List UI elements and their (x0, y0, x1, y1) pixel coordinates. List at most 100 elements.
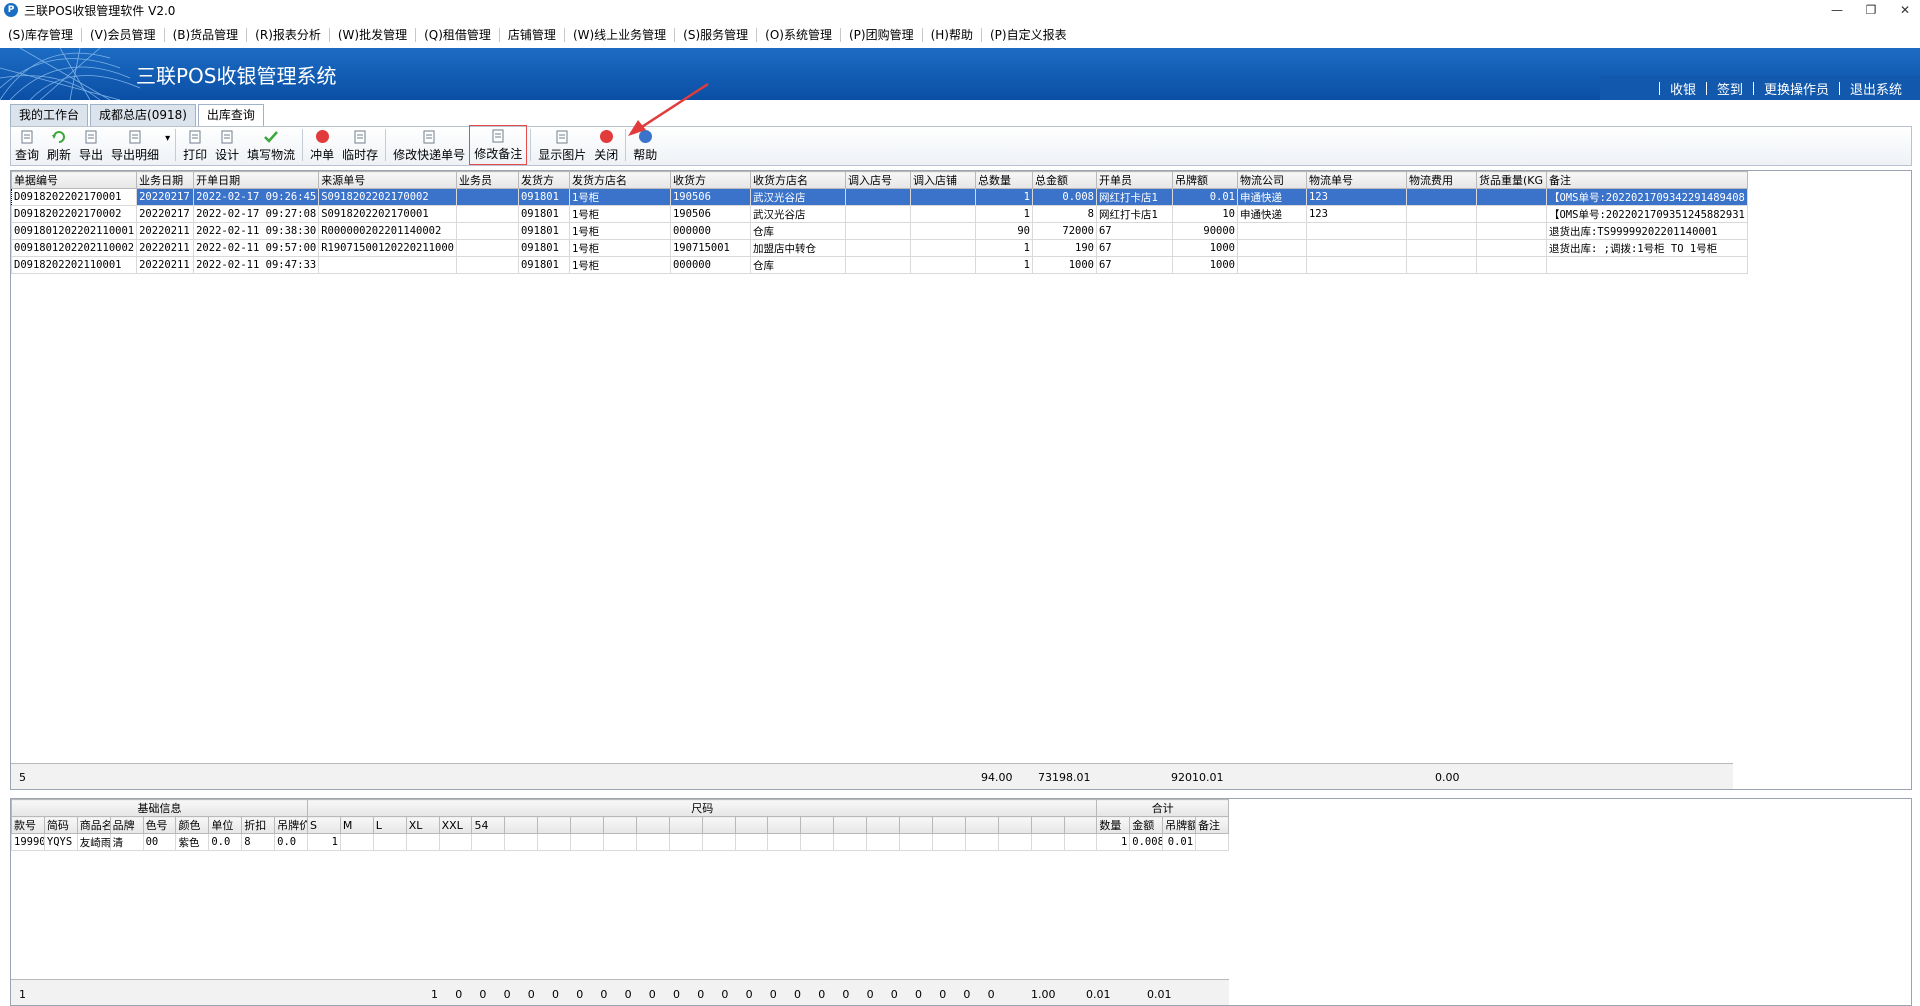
detail-column-header[interactable]: 简码 (43, 816, 78, 834)
header-action-2[interactable]: 更换操作员 (1754, 79, 1839, 98)
menu-item[interactable]: (S)库存管理 (0, 24, 81, 46)
toolbar-button-5[interactable]: 设计 (211, 125, 243, 165)
menu-item[interactable]: (R)报表分析 (247, 24, 329, 46)
table-row[interactable]: D0918202202170001 20220217 2022-02-17 09:2… (11, 188, 1748, 206)
detail-column-header[interactable] (701, 816, 736, 834)
detail-column-header[interactable]: 备注 (1195, 816, 1229, 834)
detail-column-header[interactable] (668, 816, 703, 834)
column-header[interactable]: 发货方店名 (568, 171, 671, 189)
menu-item[interactable]: (W)批发管理 (330, 24, 415, 46)
menu-item[interactable]: (B)货品管理 (165, 24, 247, 46)
detail-column-header[interactable]: 款号 (11, 816, 45, 834)
menu-item[interactable]: (P)团购管理 (841, 24, 922, 46)
column-header[interactable]: 物流费用 (1405, 171, 1477, 189)
menu-item[interactable]: (S)服务管理 (675, 24, 756, 46)
toolbar-button-10[interactable]: 修改备注 (469, 125, 528, 165)
column-header[interactable]: 来源单号 (318, 171, 457, 189)
column-header[interactable]: 开单日期 (193, 171, 320, 189)
detail-column-header[interactable]: M (339, 816, 374, 834)
detail-column-header[interactable]: 金额 (1129, 816, 1164, 834)
detail-column-header[interactable]: 吊牌价 (274, 816, 309, 834)
toolbar-button-6[interactable]: 填写物流 (243, 125, 299, 165)
detail-column-header[interactable] (767, 816, 802, 834)
detail-column-header[interactable] (734, 816, 769, 834)
column-header[interactable]: 单据编号 (11, 171, 138, 189)
detail-column-header[interactable]: 折扣 (241, 816, 276, 834)
header-action-3[interactable]: 退出系统 (1840, 79, 1912, 98)
detail-column-header[interactable]: 吊牌额 (1162, 816, 1197, 834)
tab-0[interactable]: 我的工作台 (10, 104, 89, 126)
detail-column-header[interactable] (899, 816, 933, 834)
toolbar-button-8[interactable]: 临时存 (338, 125, 382, 165)
detail-column-header[interactable] (997, 816, 1032, 834)
column-header[interactable]: 开单员 (1095, 171, 1173, 189)
detail-column-header[interactable] (833, 816, 868, 834)
table-row[interactable]: 0091801202202110002 20220211 2022-02-11 09… (11, 239, 1748, 257)
column-header[interactable]: 吊牌额 (1171, 171, 1238, 189)
detail-column-header[interactable]: 54 (471, 816, 506, 834)
detail-column-header[interactable]: 商品名称 (76, 816, 111, 834)
detail-column-header[interactable] (504, 816, 539, 834)
detail-column-header[interactable] (537, 816, 572, 834)
column-header[interactable]: 总数量 (974, 171, 1033, 189)
header-action-0[interactable]: 收银 (1660, 79, 1706, 98)
column-header[interactable]: 物流单号 (1305, 171, 1407, 189)
detail-column-header[interactable] (866, 816, 901, 834)
menu-item[interactable]: (P)自定义报表 (982, 24, 1075, 46)
toolbar-button-9[interactable]: 修改快递单号 (389, 125, 469, 165)
detail-column-header[interactable] (570, 816, 605, 834)
detail-column-header[interactable]: 色号 (142, 816, 177, 834)
toolbar-button-7[interactable]: 冲单 (306, 125, 338, 165)
column-header[interactable]: 货品重量(KG (1475, 171, 1547, 189)
detail-column-header[interactable] (964, 816, 999, 834)
detail-column-header[interactable] (1030, 816, 1065, 834)
detail-column-header[interactable]: 数量 (1096, 816, 1131, 834)
detail-column-header[interactable]: 单位 (208, 816, 243, 834)
detail-column-header[interactable]: L (372, 816, 407, 834)
detail-row[interactable]: 199906YQYS友崎雨伞清00紫色0.080.0110.0080.01 (11, 833, 1229, 851)
column-header[interactable]: 业务员 (455, 171, 519, 189)
toolbar-button-11[interactable]: 显示图片 (534, 125, 590, 165)
menu-item[interactable]: (Q)租借管理 (416, 24, 499, 46)
menu-item[interactable]: (W)线上业务管理 (565, 24, 674, 46)
menu-item[interactable]: (O)系统管理 (757, 24, 840, 46)
tab-2[interactable]: 出库查询 (197, 104, 264, 127)
tab-1[interactable]: 成都总店(0918) (90, 104, 196, 126)
detail-column-header[interactable]: XL (405, 816, 440, 834)
table-row[interactable]: D0918202202170002 20220217 2022-02-17 09:2… (11, 205, 1748, 223)
detail-column-header[interactable]: S (307, 816, 341, 834)
table-row[interactable]: 0091801202202110001 20220211 2022-02-11 09… (11, 222, 1748, 240)
toolbar-button-2[interactable]: 导出 (75, 125, 107, 165)
dropdown-arrow-icon[interactable]: ▾ (163, 125, 172, 165)
toolbar-button-4[interactable]: 打印 (179, 125, 211, 165)
column-header[interactable]: 业务日期 (136, 171, 195, 189)
detail-column-header[interactable]: XXL (438, 816, 473, 834)
toolbar-button-3[interactable]: 导出明细 (107, 125, 163, 165)
detail-column-header[interactable] (603, 816, 637, 834)
menu-item[interactable]: 店铺管理 (500, 24, 564, 46)
column-header[interactable]: 调入店号 (844, 171, 911, 189)
toolbar-button-0[interactable]: 查询 (11, 125, 43, 165)
column-header[interactable]: 总金额 (1031, 171, 1097, 189)
menu-item[interactable]: (H)帮助 (923, 24, 981, 46)
minimize-button[interactable]: — (1820, 0, 1854, 20)
detail-column-header[interactable] (1063, 816, 1098, 834)
header-action-1[interactable]: 签到 (1707, 79, 1753, 98)
detail-column-header[interactable] (800, 816, 835, 834)
toolbar-button-1[interactable]: 刷新 (43, 125, 75, 165)
detail-column-header[interactable]: 颜色 (175, 816, 210, 834)
close-window-button[interactable]: ✕ (1888, 0, 1920, 20)
detail-column-header[interactable]: 品牌 (109, 816, 144, 834)
menu-item[interactable]: (V)会员管理 (82, 24, 164, 46)
column-header[interactable]: 备注 (1545, 171, 1748, 189)
restore-button[interactable]: ❐ (1854, 0, 1888, 20)
toolbar-button-13[interactable]: 帮助 (629, 125, 661, 165)
column-header[interactable]: 调入店铺 (909, 171, 976, 189)
column-header[interactable]: 收货方店名 (749, 171, 846, 189)
detail-column-header[interactable] (931, 816, 966, 834)
column-header[interactable]: 物流公司 (1236, 171, 1307, 189)
table-row[interactable]: D0918202202110001 20220211 2022-02-11 09:4… (11, 256, 1748, 274)
toolbar-button-12[interactable]: 关闭 (590, 125, 622, 165)
column-header[interactable]: 发货方 (517, 171, 570, 189)
detail-column-header[interactable] (635, 816, 670, 834)
